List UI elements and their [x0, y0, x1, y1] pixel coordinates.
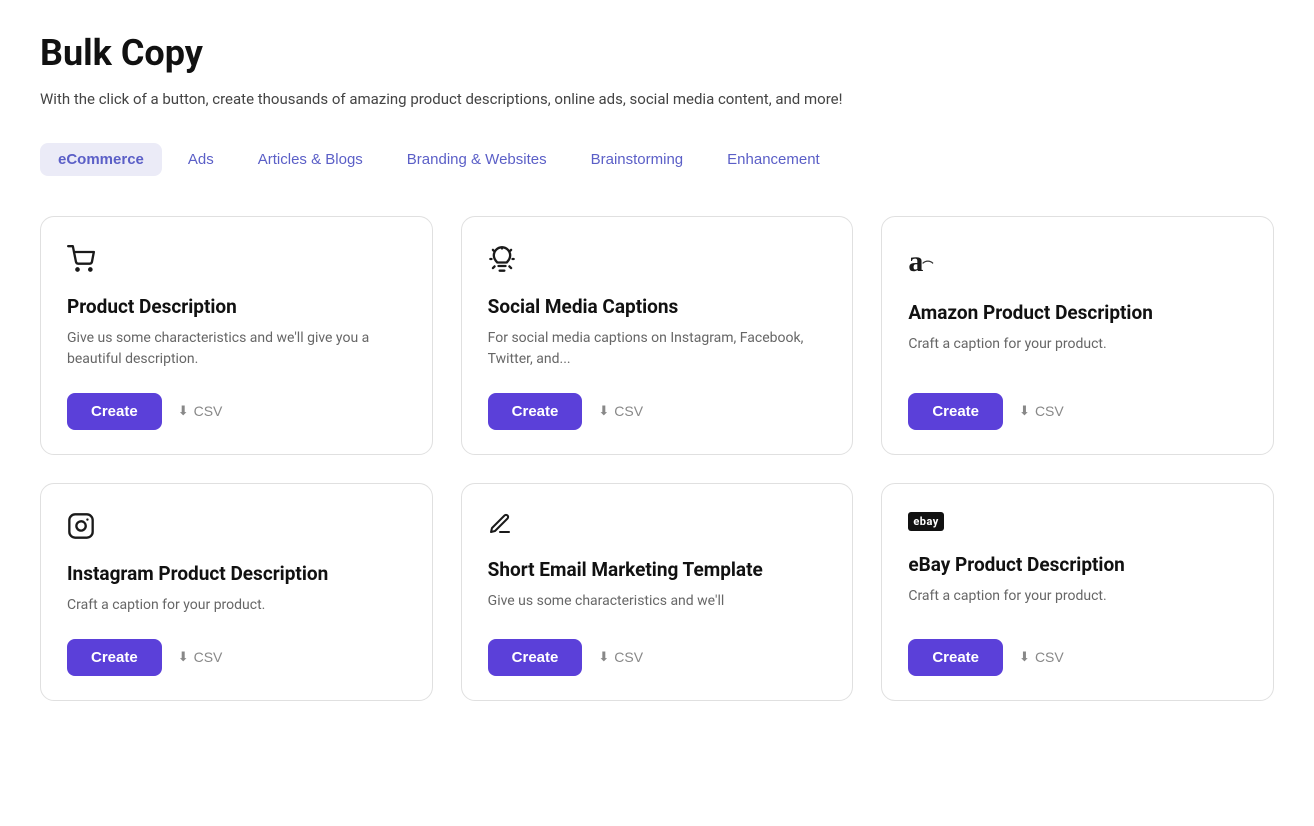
- csv-label: CSV: [1035, 649, 1064, 665]
- download-icon: ⬇: [178, 403, 189, 419]
- tab-branding[interactable]: Branding & Websites: [389, 143, 565, 176]
- instagram-icon: [67, 512, 406, 540]
- page-title: Bulk Copy: [40, 32, 1274, 74]
- card-description: Craft a caption for your product.: [908, 586, 1247, 617]
- create-button[interactable]: Create: [67, 393, 162, 430]
- create-button[interactable]: Create: [908, 393, 1003, 430]
- cards-grid: Product Description Give us some charact…: [40, 216, 1274, 701]
- download-icon: ⬇: [1019, 649, 1030, 665]
- csv-button[interactable]: ⬇ CSV: [1019, 649, 1064, 665]
- csv-label: CSV: [614, 649, 643, 665]
- card-ebay-product-description: ebay eBay Product Description Craft a ca…: [881, 483, 1274, 701]
- csv-button[interactable]: ⬇ CSV: [1019, 403, 1064, 419]
- download-icon: ⬇: [598, 403, 609, 419]
- card-title: Product Description: [67, 295, 406, 318]
- card-description: Craft a caption for your product.: [908, 334, 1247, 371]
- card-instagram-product-description: Instagram Product Description Craft a ca…: [40, 483, 433, 701]
- card-title: eBay Product Description: [908, 553, 1247, 576]
- card-actions: Create ⬇ CSV: [67, 639, 406, 676]
- tab-articles[interactable]: Articles & Blogs: [240, 143, 381, 176]
- card-actions: Create ⬇ CSV: [908, 393, 1247, 430]
- csv-button[interactable]: ⬇ CSV: [178, 403, 223, 419]
- create-button[interactable]: Create: [488, 393, 583, 430]
- amazon-icon: a⌒: [908, 245, 1247, 279]
- tab-enhancement[interactable]: Enhancement: [709, 143, 838, 176]
- csv-button[interactable]: ⬇ CSV: [598, 403, 643, 419]
- ebay-icon: ebay: [908, 512, 1247, 531]
- card-social-media-captions: Social Media Captions For social media c…: [461, 216, 854, 455]
- tab-ads[interactable]: Ads: [170, 143, 232, 176]
- card-title: Short Email Marketing Template: [488, 558, 827, 581]
- tab-ecommerce[interactable]: eCommerce: [40, 143, 162, 176]
- download-icon: ⬇: [178, 649, 189, 665]
- card-actions: Create ⬇ CSV: [908, 639, 1247, 676]
- create-button[interactable]: Create: [67, 639, 162, 676]
- card-title: Amazon Product Description: [908, 301, 1247, 324]
- tab-brainstorming[interactable]: Brainstorming: [573, 143, 702, 176]
- card-description: Give us some characteristics and we'll: [488, 591, 827, 617]
- lightbulb-icon: [488, 245, 827, 273]
- download-icon: ⬇: [598, 649, 609, 665]
- card-title: Instagram Product Description: [67, 562, 406, 585]
- card-description: Craft a caption for your product.: [67, 595, 406, 617]
- card-description: For social media captions on Instagram, …: [488, 328, 827, 371]
- csv-label: CSV: [194, 649, 223, 665]
- create-button[interactable]: Create: [488, 639, 583, 676]
- card-amazon-product-description: a⌒ Amazon Product Description Craft a ca…: [881, 216, 1274, 455]
- card-actions: Create ⬇ CSV: [488, 393, 827, 430]
- download-icon: ⬇: [1019, 403, 1030, 419]
- pencil-icon: [488, 512, 827, 536]
- page-subtitle: With the click of a button, create thous…: [40, 88, 1274, 111]
- card-actions: Create ⬇ CSV: [488, 639, 827, 676]
- csv-label: CSV: [1035, 403, 1064, 419]
- tab-bar: eCommerceAdsArticles & BlogsBranding & W…: [40, 143, 1274, 176]
- csv-button[interactable]: ⬇ CSV: [178, 649, 223, 665]
- card-actions: Create ⬇ CSV: [67, 393, 406, 430]
- cart-icon: [67, 245, 406, 273]
- card-description: Give us some characteristics and we'll g…: [67, 328, 406, 371]
- csv-button[interactable]: ⬇ CSV: [598, 649, 643, 665]
- csv-label: CSV: [194, 403, 223, 419]
- create-button[interactable]: Create: [908, 639, 1003, 676]
- csv-label: CSV: [614, 403, 643, 419]
- card-title: Social Media Captions: [488, 295, 827, 318]
- card-short-email-marketing: Short Email Marketing Template Give us s…: [461, 483, 854, 701]
- card-product-description: Product Description Give us some charact…: [40, 216, 433, 455]
